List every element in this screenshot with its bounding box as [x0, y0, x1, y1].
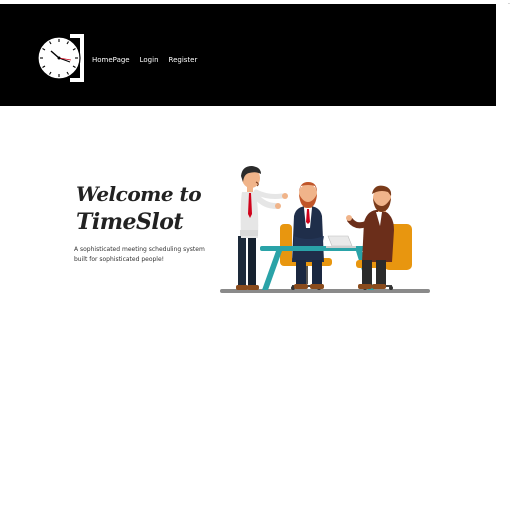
hero-subtitle: A sophisticated meeting scheduling syste…: [74, 246, 205, 263]
nav-links: HomePage Login Register: [92, 53, 197, 67]
navbar: HomePage Login Register: [0, 4, 496, 106]
nav-link-login[interactable]: Login: [140, 53, 159, 67]
clock-icon[interactable]: [36, 32, 86, 84]
corner-mark: -: [507, 0, 510, 7]
right-man-figure: [346, 185, 394, 289]
nav-link-homepage[interactable]: HomePage: [92, 53, 130, 67]
nav-link-register[interactable]: Register: [169, 53, 198, 67]
hero-title: Welcome to TimeSlot: [76, 180, 236, 236]
hero-title-line2: TimeSlot: [76, 209, 184, 235]
page-edge: [496, 0, 512, 512]
page: - HomePage Login Register Welcome to Tim…: [0, 0, 512, 512]
business-meeting-illustration: [216, 162, 436, 296]
hero-title-line1: Welcome to: [76, 182, 202, 206]
